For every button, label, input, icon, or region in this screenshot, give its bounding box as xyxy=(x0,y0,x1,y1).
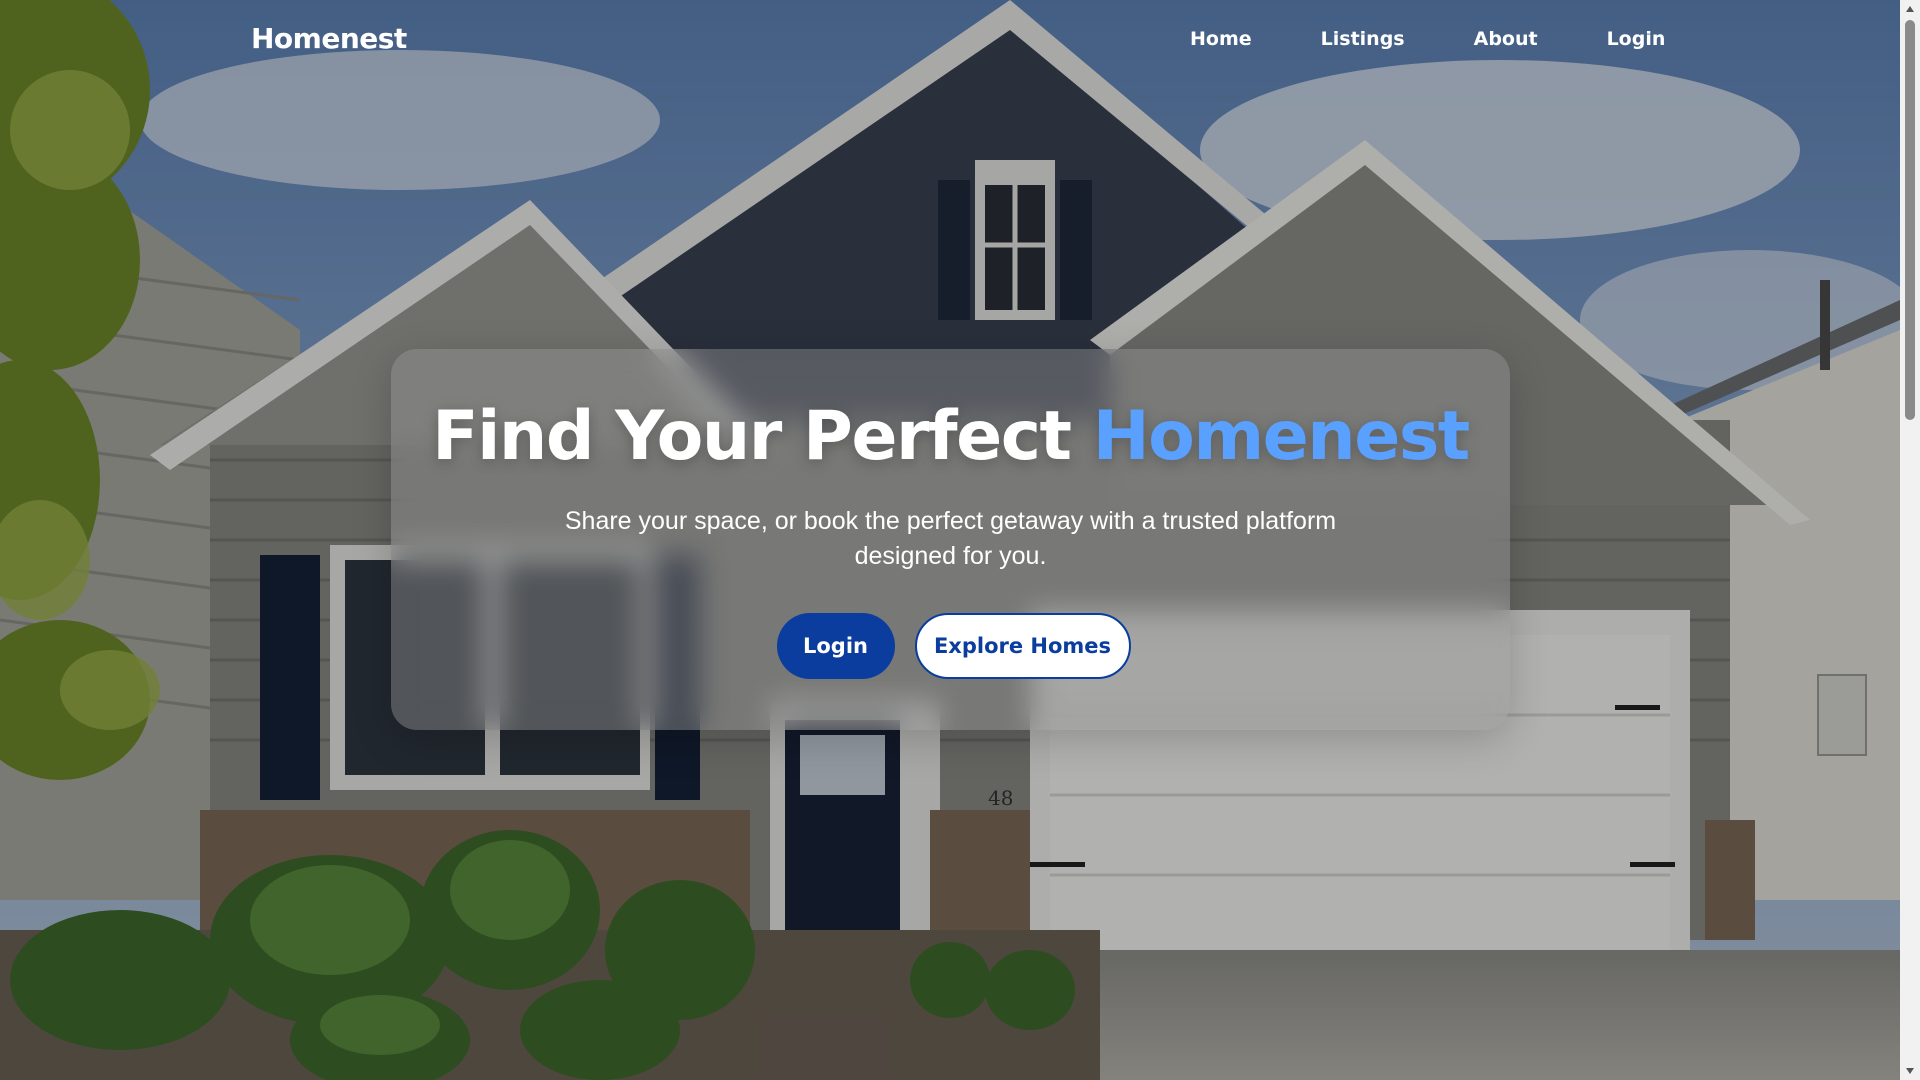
hero-card: Find Your Perfect Homenest Share your sp… xyxy=(391,349,1510,730)
scrollbar-thumb[interactable] xyxy=(1905,20,1915,420)
explore-homes-button[interactable]: Explore Homes xyxy=(914,613,1131,679)
hero-buttons: Login Explore Homes xyxy=(391,613,1510,679)
nav-link-about[interactable]: About xyxy=(1474,28,1538,50)
scroll-up-arrow-icon[interactable] xyxy=(1900,0,1920,18)
hero-subtitle: Share your space, or book the perfect ge… xyxy=(564,507,1337,570)
hero-title-main: Find Your Perfect xyxy=(432,397,1093,476)
nav-link-login[interactable]: Login xyxy=(1607,28,1666,50)
page: 48 Homenest Home Listings About Login Fi… xyxy=(0,0,1920,1080)
nav-link-listings[interactable]: Listings xyxy=(1321,28,1405,50)
brand-logo[interactable]: Homenest xyxy=(251,22,407,55)
nav-link-home[interactable]: Home xyxy=(1190,28,1252,50)
scroll-down-arrow-icon[interactable] xyxy=(1900,1062,1920,1080)
login-button[interactable]: Login xyxy=(776,613,895,679)
nav-links: Home Listings About Login xyxy=(1190,28,1665,50)
hero-title-accent: Homenest xyxy=(1092,397,1471,476)
vertical-scrollbar[interactable] xyxy=(1900,0,1920,1080)
hero-title: Find Your Perfect Homenest xyxy=(391,395,1510,479)
navbar: Homenest Home Listings About Login xyxy=(0,0,1900,84)
